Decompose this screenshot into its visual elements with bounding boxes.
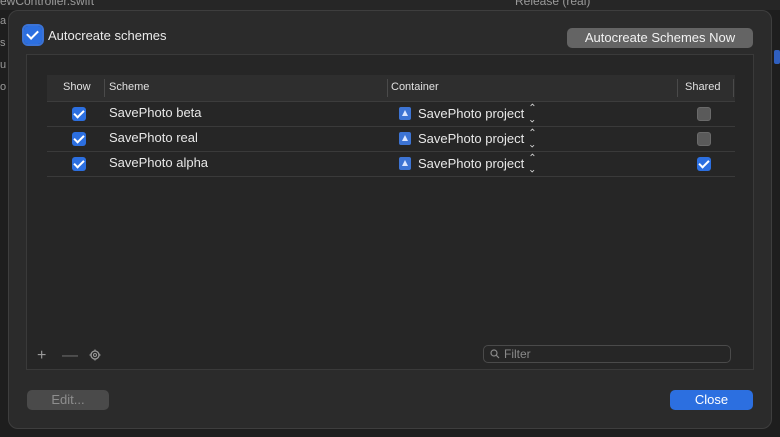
close-button[interactable]: Close xyxy=(670,390,753,410)
shared-checkbox[interactable] xyxy=(697,132,711,146)
filter-field[interactable] xyxy=(483,345,731,363)
xcode-project-icon xyxy=(399,131,411,145)
background-selection-edge xyxy=(774,50,780,64)
up-down-chevron-icon: ⌃ ⌃ xyxy=(528,103,537,124)
schemes-panel: Show Scheme Container Shared SavePhoto b… xyxy=(26,54,754,370)
search-icon xyxy=(490,349,500,359)
autocreate-checkbox-box[interactable] xyxy=(22,24,44,46)
column-header-container[interactable]: Container xyxy=(391,81,439,93)
shared-checkbox[interactable] xyxy=(697,157,711,171)
column-separator xyxy=(104,79,105,97)
container-name: SavePhoto project xyxy=(418,105,525,121)
scheme-name: SavePhoto alpha xyxy=(109,155,209,170)
edit-button[interactable]: Edit... xyxy=(27,390,109,410)
show-checkbox[interactable] xyxy=(72,157,86,171)
manage-schemes-sheet: Autocreate schemes Autocreate Schemes No… xyxy=(8,10,772,429)
background-tab-title: ewController.swift xyxy=(0,0,95,8)
scheme-name: SavePhoto real xyxy=(109,130,198,145)
shared-checkbox[interactable] xyxy=(697,107,711,121)
container-popup[interactable]: SavePhoto project ⌃ ⌃ xyxy=(399,153,537,174)
autocreate-schemes-checkbox[interactable]: Autocreate schemes xyxy=(22,24,167,46)
background-window-bar: ewController.swift Release (real) xyxy=(0,0,780,10)
column-header-scheme[interactable]: Scheme xyxy=(109,81,149,93)
minus-icon[interactable]: — xyxy=(62,347,78,365)
show-checkbox[interactable] xyxy=(72,107,86,121)
up-down-chevron-icon: ⌃ ⌃ xyxy=(528,128,537,149)
table-row[interactable]: SavePhoto alpha SavePhoto project ⌃ ⌃ xyxy=(47,152,735,177)
container-popup[interactable]: SavePhoto project ⌃ ⌃ xyxy=(399,103,537,124)
container-name: SavePhoto project xyxy=(418,130,525,146)
background-sidebar-edge: asuo xyxy=(0,15,7,93)
plus-icon[interactable]: + xyxy=(37,347,46,365)
schemes-table: Show Scheme Container Shared SavePhoto b… xyxy=(47,75,735,177)
autocreate-schemes-now-button[interactable]: Autocreate Schemes Now xyxy=(567,28,753,48)
autocreate-checkbox-label: Autocreate schemes xyxy=(48,27,167,43)
column-separator xyxy=(387,79,388,97)
up-down-chevron-icon: ⌃ ⌃ xyxy=(528,153,537,174)
table-row[interactable]: SavePhoto beta SavePhoto project ⌃ ⌃ xyxy=(47,102,735,127)
gear-icon[interactable] xyxy=(89,349,101,361)
scheme-name: SavePhoto beta xyxy=(109,105,202,120)
table-row[interactable]: SavePhoto real SavePhoto project ⌃ ⌃ xyxy=(47,127,735,152)
xcode-project-icon xyxy=(399,106,411,120)
container-name: SavePhoto project xyxy=(418,155,525,171)
column-header-show[interactable]: Show xyxy=(63,81,91,93)
container-popup[interactable]: SavePhoto project ⌃ ⌃ xyxy=(399,128,537,149)
column-separator xyxy=(677,79,678,97)
show-checkbox[interactable] xyxy=(72,132,86,146)
column-separator xyxy=(733,79,734,97)
table-header: Show Scheme Container Shared xyxy=(47,75,735,102)
background-scheme-title: Release (real) xyxy=(515,0,591,8)
column-header-shared[interactable]: Shared xyxy=(685,81,720,93)
xcode-project-icon xyxy=(399,156,411,170)
filter-input[interactable] xyxy=(504,347,724,361)
